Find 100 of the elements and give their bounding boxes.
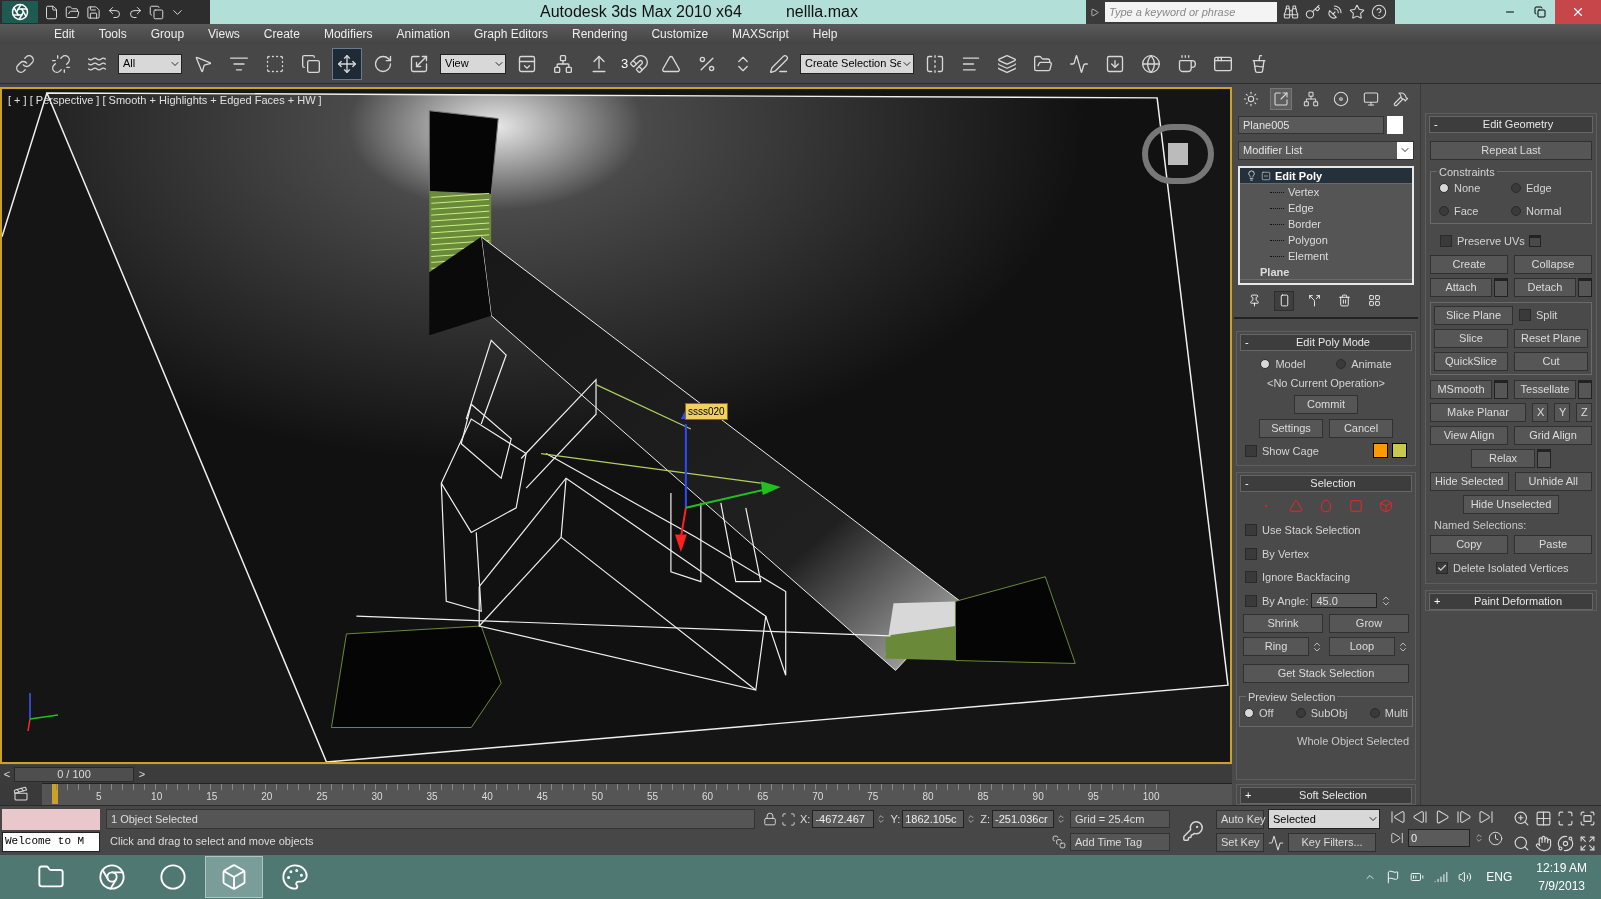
rollout-header[interactable]: - Selection <box>1240 475 1412 492</box>
listener-field[interactable]: Welcome to M <box>2 832 100 852</box>
rollout-header[interactable]: - Edit Geometry <box>1429 116 1593 133</box>
menu-item[interactable]: Graph Editors <box>473 25 548 43</box>
cage-color-swatch[interactable] <box>1392 443 1407 459</box>
tool-button[interactable]: QuickSlice <box>1434 351 1508 371</box>
radio-button[interactable] <box>1439 205 1449 216</box>
coordinate-field[interactable]: 1862.105c <box>902 810 965 828</box>
menu-item[interactable]: Group <box>150 25 185 43</box>
rollout-toggle[interactable]: - <box>1241 475 1255 492</box>
tool-button[interactable]: Create <box>1430 254 1508 274</box>
repeat-last-button[interactable]: Repeat Last <box>1430 141 1592 160</box>
stack-item[interactable]: Plane <box>1240 264 1412 281</box>
tool-button[interactable]: Unhide All <box>1514 471 1592 491</box>
rollout-header[interactable]: - Edit Poly Mode <box>1240 333 1412 351</box>
radio-button[interactable] <box>1295 708 1306 719</box>
tool-button[interactable]: Collapse <box>1514 254 1592 274</box>
tool-button[interactable]: MSmooth <box>1430 379 1492 399</box>
panel-tab[interactable] <box>1270 87 1292 110</box>
grow-button[interactable]: Grow <box>1329 614 1409 633</box>
rollout-toggle[interactable]: + <box>1430 592 1444 610</box>
tool-button[interactable]: Hide Selected <box>1430 471 1509 491</box>
coordinate-field[interactable]: -4672.467 <box>812 810 875 828</box>
app-logo-icon[interactable] <box>2 1 38 23</box>
radio-button[interactable] <box>1260 358 1271 369</box>
add-time-tag[interactable]: Add Time Tag <box>1070 833 1170 851</box>
tool-button[interactable]: Slice Plane <box>1434 305 1513 325</box>
checkbox[interactable] <box>1245 594 1257 607</box>
stack-sub-item[interactable]: Vertex <box>1284 184 1320 201</box>
modifier-list-dropdown[interactable]: Modifier List <box>1238 140 1414 161</box>
loop-button[interactable]: Loop <box>1329 637 1395 656</box>
tool-button[interactable]: Hide Unselected <box>1463 494 1559 514</box>
rollout-header[interactable]: + Soft Selection <box>1240 787 1412 804</box>
radio-button[interactable] <box>1336 358 1347 369</box>
tool-button[interactable]: Attach <box>1430 277 1492 297</box>
coordinate-field[interactable]: -251.036cr <box>992 810 1054 828</box>
menu-item[interactable]: Help <box>812 25 838 43</box>
radio-button[interactable] <box>1511 205 1521 216</box>
menu-item[interactable]: Animation <box>396 25 450 43</box>
stack-tool-button[interactable] <box>1274 290 1294 311</box>
stack-sub-item[interactable]: Edge <box>1284 200 1314 217</box>
stack-sub-item[interactable]: Element <box>1284 248 1329 265</box>
checkbox[interactable] <box>1245 444 1257 457</box>
menu-item[interactable]: Rendering <box>572 25 628 43</box>
radio-button[interactable] <box>1511 183 1521 194</box>
tool-button[interactable]: Cut <box>1514 351 1588 371</box>
paste-button[interactable]: Paste <box>1514 535 1592 554</box>
color-swatch[interactable] <box>1387 115 1403 134</box>
current-frame-field[interactable]: 0 <box>1408 829 1470 847</box>
key-filters-button[interactable]: Key Filters... <box>1288 833 1376 852</box>
viewcube-icon[interactable] <box>1142 124 1214 184</box>
tool-button[interactable]: Detach <box>1514 277 1576 297</box>
toolbar-button[interactable] <box>332 47 362 80</box>
tool-button[interactable]: Slice <box>1434 328 1508 348</box>
rollout-toggle[interactable]: - <box>1430 116 1444 133</box>
axis-button[interactable]: Z <box>1576 402 1592 422</box>
taskbar-app[interactable] <box>205 856 263 898</box>
axis-button[interactable]: X <box>1532 402 1548 422</box>
cage-color-swatch[interactable] <box>1373 443 1388 459</box>
tool-button[interactable]: Grid Align <box>1514 425 1592 445</box>
shrink-button[interactable]: Shrink <box>1243 614 1323 633</box>
axis-button[interactable]: Y <box>1554 402 1570 422</box>
rollout-header[interactable]: + Paint Deformation <box>1429 592 1593 610</box>
get-stack-selection-button[interactable]: Get Stack Selection <box>1243 664 1409 683</box>
set-key-button[interactable]: Set Key <box>1216 833 1264 852</box>
radio-button[interactable] <box>1369 708 1380 719</box>
menu-item[interactable]: MAXScript <box>732 25 789 43</box>
radio-button[interactable] <box>1439 183 1449 194</box>
menu-item[interactable]: Tools <box>98 25 127 43</box>
search-field[interactable]: Type a keyword or phrase <box>1105 2 1277 22</box>
clock-date[interactable]: 7/9/2013 <box>1538 877 1585 895</box>
commit-button[interactable]: Commit <box>1294 394 1358 414</box>
ring-button[interactable]: Ring <box>1243 637 1309 656</box>
dropdown[interactable]: View <box>440 53 506 74</box>
tool-button[interactable]: Reset Plane <box>1514 328 1588 348</box>
menu-item[interactable]: Create <box>263 25 300 43</box>
checkbox[interactable] <box>1245 547 1257 560</box>
checkbox[interactable] <box>1436 562 1448 575</box>
dropdown[interactable]: All <box>118 53 182 74</box>
menu-item[interactable]: Views <box>208 25 240 43</box>
tool-button[interactable]: Relax <box>1471 448 1535 468</box>
stack-sub-item[interactable]: Polygon <box>1284 232 1328 249</box>
settings-button[interactable]: Settings <box>1259 418 1323 438</box>
menu-item[interactable]: Edit <box>54 25 75 43</box>
dropdown[interactable]: Selected <box>1268 809 1380 829</box>
object-name-field[interactable]: Plane005 <box>1238 115 1384 134</box>
tool-button[interactable]: Make Planar <box>1430 402 1526 422</box>
checkbox[interactable] <box>1245 524 1257 537</box>
track-bar[interactable]: 5 10 15 20 25 30 35 40 45 50 55 60 65 70 75 80 85 90 95 100 <box>42 783 1232 805</box>
previous-frame-button[interactable]: < <box>0 765 14 783</box>
rollout-toggle[interactable]: - <box>1241 333 1255 351</box>
rollout-toggle[interactable]: + <box>1241 787 1255 804</box>
language-indicator[interactable]: ENG <box>1486 868 1513 886</box>
checkbox[interactable] <box>1245 571 1257 584</box>
toolbar-button[interactable]: 3 <box>620 47 650 80</box>
radio-button[interactable] <box>1244 708 1254 719</box>
tool-button[interactable]: Tessellate <box>1514 379 1576 399</box>
next-frame-button[interactable]: > <box>135 765 149 783</box>
cancel-button[interactable]: Cancel <box>1329 418 1393 438</box>
auto-key-button[interactable]: Auto Key <box>1216 809 1264 829</box>
